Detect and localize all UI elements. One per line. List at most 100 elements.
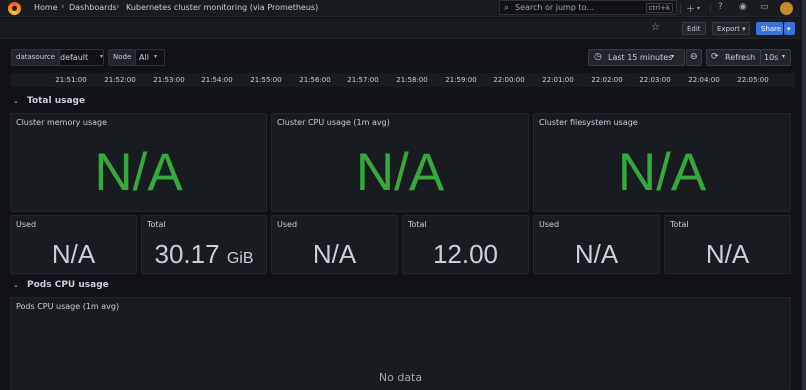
- panel-cluster-cpu-usage[interactable]: Cluster CPU usage (1m avg) N/A: [271, 113, 529, 212]
- stat-value: N/A: [534, 239, 659, 270]
- datasource-variable[interactable]: datasource default ▾: [11, 49, 104, 66]
- panel-filesystem-total[interactable]: Total N/A: [664, 215, 791, 274]
- stat-value: N/A: [272, 239, 397, 270]
- avatar[interactable]: [780, 2, 793, 15]
- stat-number: N/A: [574, 239, 619, 269]
- stat-number: N/A: [51, 239, 96, 269]
- search-input[interactable]: ⌕ Search or jump to... ctrl+k: [499, 0, 677, 15]
- time-tick: 21:57:00: [347, 76, 379, 84]
- refresh-interval-picker[interactable]: 10s ▾: [760, 49, 791, 66]
- panel-cpu-total[interactable]: Total 12.00: [402, 215, 529, 274]
- panel-title: Used: [539, 220, 560, 229]
- time-tick: 22:01:00: [542, 76, 574, 84]
- chevron-down-icon: ▾: [742, 25, 746, 33]
- panel-title: Total: [408, 220, 427, 229]
- search-placeholder: Search or jump to...: [515, 3, 594, 12]
- time-tick: 21:52:00: [104, 76, 136, 84]
- refresh-label: Refresh: [725, 53, 756, 62]
- panel-cluster-filesystem-usage[interactable]: Cluster filesystem usage N/A: [533, 113, 791, 212]
- panel-title: Cluster memory usage: [16, 118, 108, 127]
- stat-value: 30.17 GiB: [142, 239, 266, 270]
- row-collapse-chevron-icon[interactable]: ⌄: [13, 97, 19, 105]
- breadcrumb-separator-icon: ›: [61, 2, 65, 12]
- refresh-button[interactable]: ⟳ Refresh: [706, 49, 761, 66]
- node-variable[interactable]: Node All ▾: [108, 49, 165, 66]
- export-label: Export: [717, 25, 740, 33]
- node-variable-label: Node: [109, 50, 137, 65]
- time-tick: 21:56:00: [299, 76, 331, 84]
- row-collapse-chevron-icon[interactable]: ⌄: [13, 281, 19, 289]
- time-tick: 21:55:00: [250, 76, 282, 84]
- datasource-variable-label: datasource: [12, 50, 61, 65]
- edit-button[interactable]: Edit: [682, 22, 706, 35]
- export-button[interactable]: Export ▾: [712, 22, 750, 35]
- breadcrumb-dashboard-title: Kubernetes cluster monitoring (via Prome…: [126, 3, 319, 12]
- top-nav-bar: Home › Dashboards › Kubernetes cluster m…: [0, 0, 806, 17]
- rss-icon[interactable]: ◉: [739, 2, 747, 12]
- monitor-icon[interactable]: ▭: [760, 2, 769, 12]
- zoom-out-button[interactable]: ⊖: [686, 49, 702, 66]
- panel-title: Used: [277, 220, 298, 229]
- time-tick: 22:04:00: [688, 76, 720, 84]
- panel-memory-total[interactable]: Total 30.17 GiB: [141, 215, 267, 274]
- share-button[interactable]: Share: [756, 22, 783, 35]
- panel-title: Cluster filesystem usage: [539, 118, 638, 127]
- chevron-down-icon: ▾: [100, 53, 104, 60]
- stat-value: N/A: [617, 143, 707, 202]
- time-tick: 22:00:00: [493, 76, 525, 84]
- refresh-interval-value: 10s: [764, 53, 779, 62]
- clock-icon: ◷: [594, 52, 602, 62]
- panel-title: Total: [147, 220, 166, 229]
- grafana-logo[interactable]: [8, 2, 21, 15]
- share-menu-button[interactable]: ▾: [784, 22, 795, 35]
- plus-icon[interactable]: ＋: [686, 2, 695, 15]
- row-title-total-usage[interactable]: Total usage: [27, 96, 85, 106]
- search-icon: ⌕: [504, 3, 510, 13]
- stat-number: 12.00: [432, 239, 499, 269]
- chevron-down-icon: ▾: [671, 53, 675, 60]
- scrollbar[interactable]: [802, 0, 806, 390]
- time-tick: 22:03:00: [639, 76, 671, 84]
- time-range-picker[interactable]: ◷ Last 15 minutes ▾: [588, 49, 685, 66]
- time-axis: 21:51:00 21:52:00 21:53:00 21:54:00 21:5…: [10, 73, 795, 87]
- time-tick: 21:53:00: [153, 76, 185, 84]
- stat-number: 30.17: [154, 239, 220, 269]
- chevron-down-icon: ▾: [782, 53, 786, 60]
- panel-filesystem-used[interactable]: Used N/A: [533, 215, 660, 274]
- time-tick: 21:59:00: [445, 76, 477, 84]
- stat-value: N/A: [355, 143, 445, 202]
- time-tick: 21:54:00: [201, 76, 233, 84]
- panel-title: Used: [16, 220, 37, 229]
- node-variable-value: All: [139, 53, 149, 62]
- panel-pods-cpu-usage[interactable]: Pods CPU usage (1m avg) No data: [10, 297, 791, 390]
- search-shortcut: ctrl+k: [645, 3, 673, 13]
- panel-title: Cluster CPU usage (1m avg): [277, 118, 390, 127]
- stat-number: N/A: [312, 239, 357, 269]
- chevron-down-icon: ▾: [154, 53, 158, 60]
- breadcrumb-dashboards[interactable]: Dashboards: [69, 3, 117, 12]
- help-icon[interactable]: ?: [718, 2, 723, 12]
- row-title-pods-cpu-usage[interactable]: Pods CPU usage: [27, 280, 109, 290]
- panel-cluster-memory-usage[interactable]: Cluster memory usage N/A: [10, 113, 267, 212]
- chevron-down-icon[interactable]: ▾: [697, 5, 700, 12]
- stat-unit: GiB: [226, 250, 254, 267]
- stat-number: N/A: [705, 239, 750, 269]
- panel-cpu-used[interactable]: Used N/A: [271, 215, 398, 274]
- datasource-variable-value: default: [60, 53, 89, 62]
- time-range-label: Last 15 minutes: [608, 53, 673, 62]
- zoom-out-icon: ⊖: [690, 52, 698, 62]
- time-tick: 21:58:00: [396, 76, 428, 84]
- panel-memory-used[interactable]: Used N/A: [10, 215, 137, 274]
- star-icon[interactable]: ☆: [651, 22, 660, 33]
- stat-value: N/A: [665, 239, 790, 270]
- stat-value: 12.00: [403, 239, 528, 270]
- stat-value: N/A: [94, 143, 183, 202]
- time-tick: 22:05:00: [737, 76, 769, 84]
- divider: [680, 3, 681, 14]
- dashboard-toolbar: ☆ Edit Export ▾ Share ▾: [0, 18, 806, 39]
- refresh-icon: ⟳: [711, 52, 719, 62]
- panel-title: Total: [670, 220, 689, 229]
- breadcrumb-home[interactable]: Home: [34, 3, 58, 12]
- breadcrumb-separator-icon: ›: [116, 2, 120, 12]
- time-tick: 21:51:00: [55, 76, 87, 84]
